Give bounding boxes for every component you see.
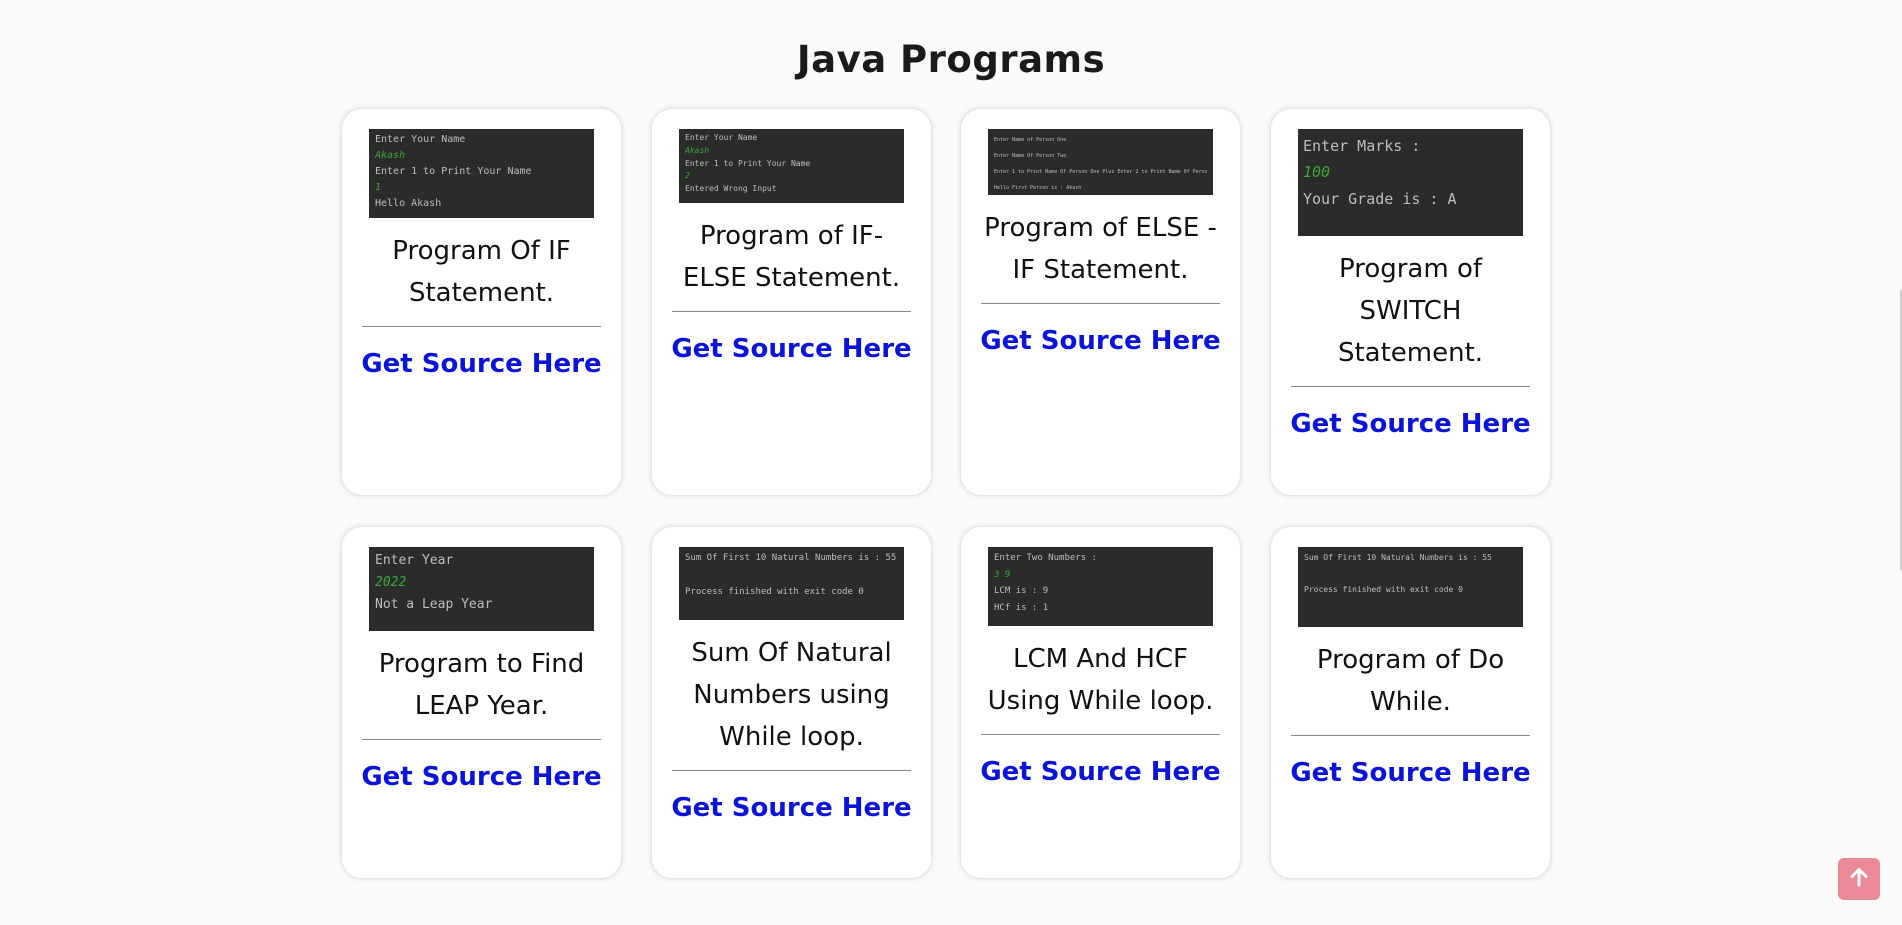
console-line: LCM is : 9 bbox=[994, 586, 1049, 597]
console-line: Sum Of First 10 Natural Numbers is : 55 bbox=[685, 553, 897, 563]
console-screenshot: Enter Your Name Akash Enter 1 to Print Y… bbox=[679, 129, 904, 203]
card-title: Program of Do While. bbox=[1316, 645, 1505, 717]
console-line: Enter Marks : bbox=[1303, 137, 1421, 155]
console-line: Akash bbox=[375, 150, 406, 161]
console-line: Your Grade is : A bbox=[1303, 189, 1457, 208]
console-screenshot: Enter Name of Person One Enter Name Of P… bbox=[988, 129, 1213, 195]
console-screenshot: Enter Marks : 100 Your Grade is : A bbox=[1298, 129, 1523, 236]
card-title: Program to Find LEAP Year. bbox=[378, 649, 585, 721]
card-title: LCM And HCF Using While loop. bbox=[987, 644, 1214, 716]
page-title: Java Programs bbox=[796, 38, 1106, 81]
program-card: Enter Year 2022 Not a Leap Year Program … bbox=[342, 527, 621, 878]
card-divider bbox=[362, 739, 601, 740]
get-source-link[interactable]: Get Source Here bbox=[961, 326, 1240, 356]
console-line: Hello First Person is : Akash bbox=[994, 185, 1082, 191]
console-line: Sum Of First 10 Natural Numbers is : 55 bbox=[1304, 553, 1492, 562]
console-line: Enter Name Of Person Two bbox=[994, 153, 1067, 159]
console-line: Enter Year bbox=[375, 553, 454, 568]
get-source-link[interactable]: Get Source Here bbox=[652, 334, 931, 364]
card-title: Sum Of Natural Numbers using While loop. bbox=[691, 638, 892, 752]
card-divider bbox=[362, 326, 601, 327]
console-screenshot: Sum Of First 10 Natural Numbers is : 55 … bbox=[1298, 547, 1523, 627]
console-screenshot: Enter Two Numbers : 3 9 LCM is : 9 HCf i… bbox=[988, 547, 1213, 626]
console-line: Enter 1 to Print Name Of Person One Plus… bbox=[994, 169, 1207, 175]
card-title: Program of IF-ELSE Statement. bbox=[682, 221, 901, 293]
console-line: Enter Your Name bbox=[375, 134, 466, 145]
console-line: Enter 1 to Print Your Name bbox=[685, 158, 811, 168]
arrow-up-icon bbox=[1848, 866, 1870, 892]
get-source-link[interactable]: Get Source Here bbox=[342, 762, 621, 792]
console-line: Not a Leap Year bbox=[375, 597, 493, 613]
console-line: Enter Two Numbers : bbox=[994, 553, 1097, 563]
program-card: Enter Name of Person One Enter Name Of P… bbox=[961, 109, 1240, 495]
program-card: Enter Your Name Akash Enter 1 to Print Y… bbox=[652, 109, 931, 495]
console-line: Enter Name of Person One bbox=[994, 137, 1067, 143]
console-line: Enter Your Name bbox=[685, 133, 758, 142]
console-screenshot: Enter Your Name Akash Enter 1 to Print Y… bbox=[369, 129, 594, 218]
card-title: Program of ELSE - IF Statement. bbox=[984, 213, 1217, 285]
card-divider bbox=[1291, 735, 1530, 736]
program-card: Enter Marks : 100 Your Grade is : A Prog… bbox=[1271, 109, 1550, 495]
get-source-link[interactable]: Get Source Here bbox=[342, 349, 621, 379]
console-screenshot: Sum Of First 10 Natural Numbers is : 55 … bbox=[679, 547, 904, 620]
get-source-link[interactable]: Get Source Here bbox=[1271, 409, 1550, 439]
console-line: Process finished with exit code 0 bbox=[685, 587, 864, 598]
console-line: 3 9 bbox=[994, 569, 1011, 580]
console-line: HCf is : 1 bbox=[994, 602, 1049, 613]
get-source-link[interactable]: Get Source Here bbox=[961, 757, 1240, 787]
program-card: Enter Your Name Akash Enter 1 to Print Y… bbox=[342, 109, 621, 495]
console-line: 1 bbox=[375, 182, 382, 193]
scroll-to-top-button[interactable] bbox=[1838, 858, 1880, 900]
console-line: 2 bbox=[685, 171, 690, 181]
get-source-link[interactable]: Get Source Here bbox=[1271, 758, 1550, 788]
program-card: Enter Two Numbers : 3 9 LCM is : 9 HCf i… bbox=[961, 527, 1240, 878]
program-card: Sum Of First 10 Natural Numbers is : 55 … bbox=[1271, 527, 1550, 878]
card-divider bbox=[981, 734, 1220, 735]
console-line: Entered Wrong Input bbox=[685, 184, 777, 194]
console-screenshot: Enter Year 2022 Not a Leap Year bbox=[369, 547, 594, 631]
program-card: Sum Of First 10 Natural Numbers is : 55 … bbox=[652, 527, 931, 878]
card-title: Program Of IF Statement. bbox=[392, 236, 571, 308]
card-divider bbox=[981, 303, 1220, 304]
console-line: Akash bbox=[685, 145, 710, 155]
console-line: 100 bbox=[1303, 163, 1331, 182]
get-source-link[interactable]: Get Source Here bbox=[652, 793, 931, 823]
card-divider bbox=[1291, 386, 1530, 387]
console-line: Hello Akash bbox=[375, 198, 442, 209]
console-line: Enter 1 to Print Your Name bbox=[375, 166, 532, 177]
card-title: Program of SWITCH Statement. bbox=[1337, 254, 1484, 368]
card-divider bbox=[672, 311, 911, 312]
console-line: Process finished with exit code 0 bbox=[1304, 585, 1463, 594]
card-divider bbox=[672, 770, 911, 771]
console-line: 2022 bbox=[375, 575, 407, 591]
